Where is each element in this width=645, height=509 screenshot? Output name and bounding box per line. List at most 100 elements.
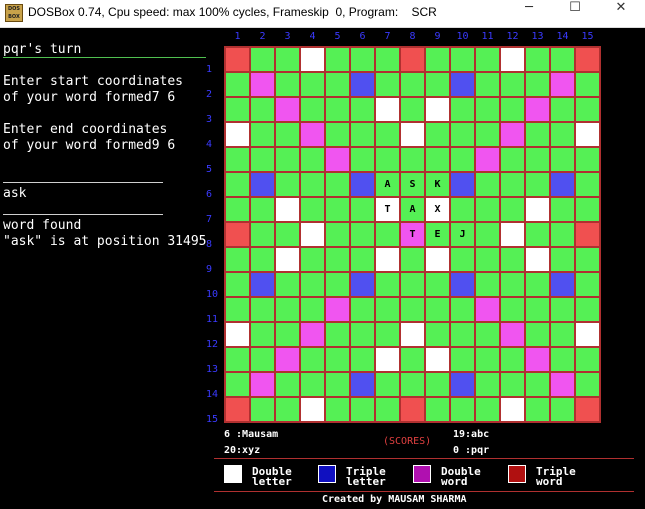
triple-letter-square[interactable] xyxy=(550,272,575,297)
double-word-square[interactable] xyxy=(525,97,550,122)
triple-letter-square[interactable] xyxy=(350,72,375,97)
plain-square[interactable] xyxy=(275,372,300,397)
plain-square[interactable] xyxy=(425,122,450,147)
plain-square[interactable] xyxy=(475,172,500,197)
plain-square[interactable] xyxy=(475,347,500,372)
triple-letter-square[interactable] xyxy=(450,272,475,297)
double-word-square[interactable] xyxy=(525,347,550,372)
plain-square[interactable] xyxy=(275,122,300,147)
plain-square[interactable] xyxy=(575,147,600,172)
double-letter-square[interactable] xyxy=(225,322,250,347)
plain-square[interactable] xyxy=(525,297,550,322)
plain-square[interactable] xyxy=(575,272,600,297)
triple-letter-square[interactable] xyxy=(350,272,375,297)
plain-square[interactable] xyxy=(525,272,550,297)
double-letter-square[interactable] xyxy=(225,122,250,147)
plain-square[interactable] xyxy=(525,322,550,347)
plain-square[interactable] xyxy=(275,397,300,422)
plain-square[interactable] xyxy=(225,272,250,297)
plain-square[interactable] xyxy=(550,122,575,147)
double-word-square[interactable] xyxy=(275,97,300,122)
plain-square[interactable] xyxy=(375,372,400,397)
plain-square[interactable] xyxy=(300,147,325,172)
triple-word-square[interactable] xyxy=(575,47,600,72)
plain-square[interactable] xyxy=(475,247,500,272)
plain-square[interactable] xyxy=(450,397,475,422)
plain-square[interactable] xyxy=(400,372,425,397)
plain-square[interactable] xyxy=(400,347,425,372)
double-letter-square[interactable] xyxy=(525,247,550,272)
plain-square[interactable] xyxy=(350,97,375,122)
plain-square[interactable] xyxy=(375,122,400,147)
plain-square[interactable] xyxy=(425,297,450,322)
plain-square[interactable] xyxy=(500,147,525,172)
plain-square[interactable] xyxy=(325,122,350,147)
double-letter-square[interactable] xyxy=(500,47,525,72)
plain-square[interactable] xyxy=(500,72,525,97)
plain-square[interactable] xyxy=(400,272,425,297)
plain-square[interactable] xyxy=(500,247,525,272)
plain-square[interactable] xyxy=(225,72,250,97)
plain-square[interactable] xyxy=(475,72,500,97)
double-letter-square[interactable] xyxy=(575,322,600,347)
plain-square[interactable] xyxy=(425,272,450,297)
double-letter-square[interactable] xyxy=(500,397,525,422)
double-letter-square[interactable] xyxy=(375,247,400,272)
plain-square[interactable] xyxy=(275,172,300,197)
plain-square[interactable] xyxy=(425,147,450,172)
plain-square[interactable] xyxy=(250,222,275,247)
plain-square[interactable] xyxy=(225,297,250,322)
plain-square[interactable] xyxy=(225,197,250,222)
plain-square[interactable] xyxy=(525,72,550,97)
plain-square[interactable] xyxy=(500,347,525,372)
plain-square[interactable] xyxy=(275,322,300,347)
plain-square[interactable] xyxy=(350,147,375,172)
plain-square[interactable] xyxy=(300,297,325,322)
plain-square[interactable] xyxy=(575,72,600,97)
plain-square[interactable] xyxy=(450,322,475,347)
plain-square[interactable] xyxy=(300,272,325,297)
double-letter-square[interactable] xyxy=(425,247,450,272)
plain-square[interactable] xyxy=(250,47,275,72)
double-word-square[interactable] xyxy=(250,372,275,397)
plain-square[interactable] xyxy=(475,97,500,122)
plain-square[interactable] xyxy=(400,297,425,322)
plain-square[interactable] xyxy=(300,97,325,122)
dosbox-app-icon[interactable]: DOS BOX xyxy=(5,4,23,22)
plain-square[interactable] xyxy=(325,272,350,297)
plain-square[interactable] xyxy=(300,347,325,372)
plain-square[interactable]: A xyxy=(400,197,425,222)
plain-square[interactable] xyxy=(250,297,275,322)
double-word-square[interactable] xyxy=(475,147,500,172)
plain-square[interactable] xyxy=(325,372,350,397)
double-letter-square[interactable] xyxy=(525,197,550,222)
plain-square[interactable] xyxy=(250,122,275,147)
plain-square[interactable] xyxy=(450,47,475,72)
plain-square[interactable] xyxy=(425,372,450,397)
plain-square[interactable] xyxy=(325,247,350,272)
plain-square[interactable] xyxy=(475,122,500,147)
double-word-square[interactable] xyxy=(475,297,500,322)
double-letter-square[interactable] xyxy=(400,122,425,147)
plain-square[interactable] xyxy=(375,322,400,347)
plain-square[interactable]: J xyxy=(450,222,475,247)
plain-square[interactable] xyxy=(525,172,550,197)
triple-letter-square[interactable] xyxy=(450,372,475,397)
plain-square[interactable] xyxy=(325,347,350,372)
plain-square[interactable] xyxy=(225,347,250,372)
plain-square[interactable] xyxy=(425,397,450,422)
double-word-square[interactable] xyxy=(300,322,325,347)
plain-square[interactable] xyxy=(325,97,350,122)
triple-letter-square[interactable] xyxy=(450,172,475,197)
plain-square[interactable] xyxy=(350,347,375,372)
plain-square[interactable] xyxy=(475,222,500,247)
plain-square[interactable] xyxy=(250,347,275,372)
plain-square[interactable] xyxy=(500,97,525,122)
plain-square[interactable] xyxy=(450,147,475,172)
plain-square[interactable] xyxy=(275,272,300,297)
triple-letter-square[interactable] xyxy=(350,372,375,397)
plain-square[interactable] xyxy=(225,97,250,122)
plain-square[interactable] xyxy=(225,372,250,397)
plain-square[interactable] xyxy=(350,397,375,422)
plain-square[interactable] xyxy=(300,372,325,397)
